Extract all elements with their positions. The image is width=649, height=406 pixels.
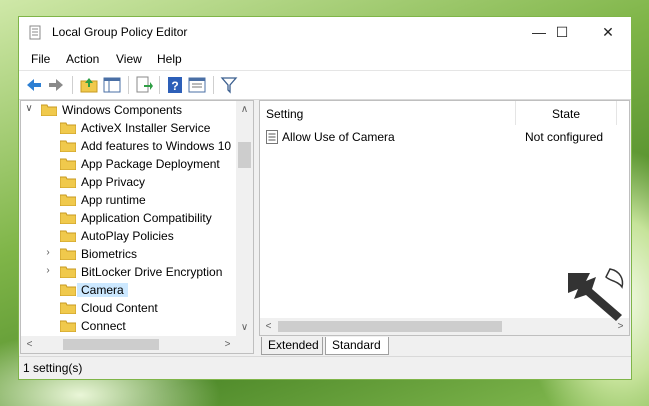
column-header-label: State [552, 107, 581, 121]
scroll-left-icon[interactable]: < [21, 336, 38, 353]
folder-icon [60, 248, 76, 260]
folder-icon [60, 212, 76, 224]
folder-open-icon [41, 104, 57, 116]
scroll-thumb[interactable] [63, 339, 159, 350]
tree-vertical-scrollbar[interactable]: ∧ ∨ [236, 101, 253, 336]
tree-item-cloud-content[interactable]: Cloud Content [21, 299, 236, 317]
menu-file[interactable]: File [31, 52, 50, 66]
tree-label: Cloud Content [81, 301, 158, 315]
column-header-setting[interactable]: Setting [260, 101, 516, 125]
title-bar[interactable]: Local Group Policy Editor — ☐ ✕ [19, 17, 631, 48]
back-icon[interactable] [24, 75, 44, 95]
scroll-down-icon[interactable]: ∨ [236, 319, 253, 336]
tree-item-autoplay-policies[interactable]: AutoPlay Policies [21, 227, 236, 245]
menu-help[interactable]: Help [157, 52, 182, 66]
forward-icon[interactable] [46, 75, 66, 95]
toolbar: ? [19, 70, 631, 100]
setting-name: Allow Use of Camera [282, 130, 395, 144]
policy-editor-app-icon [29, 25, 41, 40]
tree-label: Camera [77, 283, 128, 297]
tree-label: App Privacy [81, 175, 146, 189]
tree-item-biometrics[interactable]: › Biometrics [21, 245, 236, 263]
chevron-right-icon[interactable]: › [43, 247, 53, 258]
status-text: 1 setting(s) [23, 361, 83, 375]
tree-item-app-package-deployment[interactable]: App Package Deployment [21, 155, 236, 173]
tree-label: App Package Deployment [81, 157, 220, 171]
tree-horizontal-scrollbar[interactable]: < > [21, 336, 236, 353]
folder-icon [60, 176, 76, 188]
tree-label: Add features to Windows 10 [81, 139, 232, 153]
chevron-down-icon[interactable]: ∨ [24, 103, 34, 114]
tree-label: Connect [81, 319, 126, 333]
tree-label: Windows Components [62, 103, 183, 117]
close-button[interactable]: ✕ [585, 17, 631, 48]
scroll-left-icon[interactable]: < [260, 318, 277, 335]
scroll-thumb[interactable] [278, 321, 502, 332]
show-hide-tree-icon[interactable] [102, 75, 122, 95]
tree-label: Biometrics [81, 247, 138, 261]
folder-icon [60, 302, 76, 314]
menu-view[interactable]: View [116, 52, 142, 66]
tree-item-camera[interactable]: Camera [21, 281, 236, 299]
scroll-thumb[interactable] [238, 142, 251, 168]
group-policy-window: Local Group Policy Editor — ☐ ✕ File Act… [18, 16, 632, 380]
svg-text:?: ? [171, 79, 178, 93]
tree-item-activex-installer-service[interactable]: ActiveX Installer Service [21, 119, 236, 137]
watermark-logo [568, 268, 624, 321]
chevron-right-icon[interactable]: › [43, 265, 53, 276]
tree-item-connect[interactable]: Connect [21, 317, 236, 335]
folder-icon [60, 266, 76, 278]
folder-icon [60, 122, 76, 134]
tree-label: App runtime [81, 193, 146, 207]
column-header-label: Setting [266, 107, 304, 121]
status-bar: 1 setting(s) [19, 356, 631, 379]
column-header-state[interactable]: State [516, 101, 617, 125]
scroll-up-icon[interactable]: ∧ [236, 101, 253, 118]
scroll-corner [236, 336, 253, 353]
menu-bar: File Action View Help [19, 48, 631, 70]
folder-icon [60, 284, 76, 296]
menu-action[interactable]: Action [66, 52, 99, 66]
tree-item-bitlocker[interactable]: › BitLocker Drive Encryption [21, 263, 236, 281]
view-tabs: Extended Standard [259, 337, 630, 355]
tree-item-add-features[interactable]: Add features to Windows 10 [21, 137, 236, 155]
folder-icon [60, 230, 76, 242]
maximize-button[interactable]: ☐ [539, 17, 585, 48]
tab-extended[interactable]: Extended [261, 337, 323, 355]
export-list-icon[interactable] [134, 75, 154, 95]
tree-item-application-compatibility[interactable]: Application Compatibility [21, 209, 236, 227]
tree-label: Application Compatibility [81, 211, 212, 225]
policy-setting-icon [266, 130, 278, 144]
scroll-right-icon[interactable]: > [219, 336, 236, 353]
setting-state: Not configured [525, 130, 604, 144]
tree-label: BitLocker Drive Encryption [81, 265, 223, 279]
folder-icon [60, 320, 76, 332]
properties-icon[interactable] [187, 75, 207, 95]
folder-icon [60, 140, 76, 152]
tree-item-app-runtime[interactable]: App runtime [21, 191, 236, 209]
tree-label: ActiveX Installer Service [81, 121, 211, 135]
up-folder-icon[interactable] [79, 75, 99, 95]
setting-row[interactable]: Allow Use of Camera Not configured [260, 127, 629, 147]
tree-label: AutoPlay Policies [81, 229, 174, 243]
window-title: Local Group Policy Editor [52, 25, 188, 39]
help-icon[interactable]: ? [165, 75, 185, 95]
folder-icon [60, 158, 76, 170]
filter-icon[interactable] [219, 75, 239, 95]
folder-icon [60, 194, 76, 206]
tree-pane[interactable]: ∨ Windows Components ActiveX Installer S… [20, 100, 254, 354]
tab-standard[interactable]: Standard [325, 337, 389, 355]
tree-item-app-privacy[interactable]: App Privacy [21, 173, 236, 191]
tree-item-windows-components[interactable]: ∨ Windows Components [21, 101, 236, 119]
